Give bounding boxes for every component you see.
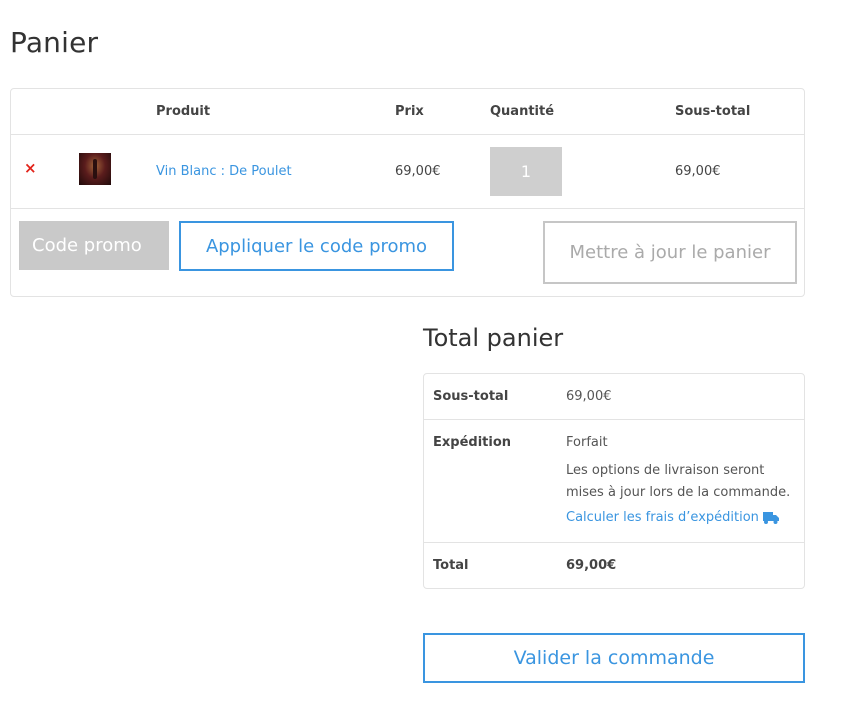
total-label: Total	[433, 558, 469, 573]
cart-table-header: Produit Prix Quantité Sous-total	[11, 89, 804, 135]
truck-icon[interactable]	[763, 512, 779, 524]
subtotal-label: Sous-total	[433, 389, 509, 404]
product-name-link[interactable]: Vin Blanc : De Poulet	[156, 164, 292, 179]
cart-totals-table: Sous-total 69,00€ Expédition Forfait Les…	[423, 373, 805, 589]
product-thumbnail[interactable]	[79, 153, 111, 185]
checkout-button[interactable]: Valider la commande	[423, 633, 805, 683]
page-title: Panier	[10, 26, 99, 59]
remove-icon[interactable]: ×	[24, 161, 37, 176]
header-price: Prix	[395, 104, 424, 119]
apply-coupon-button[interactable]: Appliquer le code promo	[179, 221, 454, 271]
coupon-code-input[interactable]	[19, 221, 169, 270]
cart-totals-title: Total panier	[423, 324, 564, 352]
totals-row-total: Total 69,00€	[424, 543, 804, 589]
shipping-label: Expédition	[433, 435, 512, 450]
product-price: 69,00€	[395, 164, 441, 179]
shipping-description: Les options de livraison seront mises à …	[566, 463, 791, 500]
subtotal-value: 69,00€	[566, 389, 612, 404]
header-quantity: Quantité	[490, 104, 555, 119]
total-value: 69,00€	[566, 558, 617, 573]
shipping-method: Forfait	[566, 435, 608, 450]
totals-row-shipping: Expédition Forfait Les options de livrai…	[424, 420, 804, 543]
calculate-shipping-link[interactable]: Calculer les frais d’expédition	[566, 510, 759, 525]
product-subtotal: 69,00€	[675, 164, 721, 179]
update-cart-button[interactable]: Mettre à jour le panier	[543, 221, 797, 284]
header-product: Produit	[156, 104, 211, 119]
header-subtotal: Sous-total	[675, 104, 751, 119]
cart-item-row: × Vin Blanc : De Poulet 69,00€ 69,00€	[11, 135, 804, 209]
quantity-input[interactable]	[490, 147, 562, 196]
cart-table: Produit Prix Quantité Sous-total × Vin B…	[10, 88, 805, 297]
totals-row-subtotal: Sous-total 69,00€	[424, 374, 804, 420]
